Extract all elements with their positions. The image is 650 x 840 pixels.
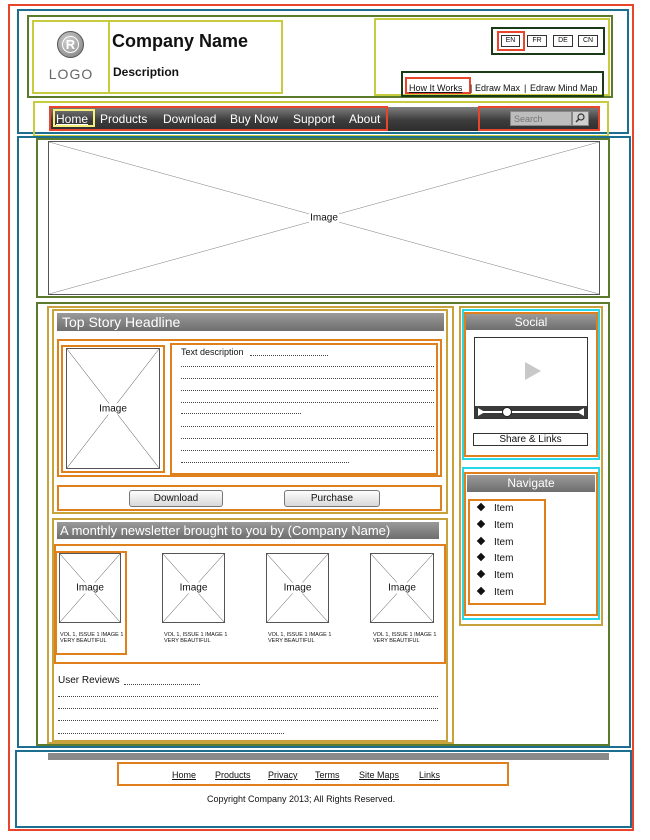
search-input[interactable] — [510, 111, 572, 126]
search-icon — [575, 113, 585, 123]
play-icon[interactable] — [523, 360, 543, 382]
text-line — [58, 720, 438, 721]
top-story-text-description: Text description — [181, 347, 244, 357]
progress-knob[interactable] — [502, 407, 512, 417]
nav-products[interactable]: Products — [100, 112, 147, 126]
footer-link-home[interactable]: Home — [172, 770, 196, 780]
footer-divider — [48, 753, 609, 760]
newsletter-card-image: Image — [59, 553, 121, 623]
navigate-item[interactable]: Item — [476, 586, 513, 599]
top-links-separator: | — [470, 83, 473, 93]
footer-link-site-maps[interactable]: Site Maps — [359, 770, 399, 780]
purchase-button[interactable]: Purchase — [284, 490, 380, 507]
user-reviews-label: User Reviews — [58, 675, 120, 686]
navigate-item[interactable]: Item — [476, 502, 513, 515]
text-line — [181, 390, 434, 391]
top-story-image: Image — [66, 348, 160, 469]
banner-image: Image — [48, 141, 600, 295]
navigate-item[interactable]: Item — [476, 552, 513, 565]
nav-download[interactable]: Download — [163, 112, 216, 126]
newsletter-card-caption: VOL 1, ISSUE 1 IMAGE 1 VERY BEAUTIFUL — [268, 632, 332, 644]
logo-text: LOGO — [48, 66, 94, 82]
newsletter-card-caption: VOL 1, ISSUE 1 IMAGE 1 VERY BEAUTIFUL — [164, 632, 228, 644]
download-button[interactable]: Download — [129, 490, 223, 507]
newsletter-card-image: Image — [370, 553, 434, 623]
navigate-item[interactable]: Item — [476, 536, 513, 549]
text-line — [181, 366, 434, 367]
navigate-item[interactable]: Item — [476, 569, 513, 582]
search-button[interactable] — [572, 111, 589, 126]
footer-link-terms[interactable]: Terms — [315, 770, 340, 780]
bullet-icon — [476, 536, 486, 546]
newsletter-card-image-label: Image — [75, 582, 105, 594]
newsletter-title: A monthly newsletter brought to you by (… — [57, 522, 439, 539]
nav-about[interactable]: About — [349, 112, 380, 126]
top-link-edraw-max[interactable]: Edraw Max — [475, 83, 520, 93]
text-line — [58, 696, 438, 697]
newsletter-card-image: Image — [162, 553, 225, 623]
footer-link-privacy[interactable]: Privacy — [268, 770, 298, 780]
newsletter-card-caption: VOL 1, ISSUE 1 IMAGE 1 VERY BEAUTIFUL — [60, 632, 124, 644]
navigate-title: Navigate — [467, 475, 595, 492]
newsletter-card-image: Image — [266, 553, 329, 623]
top-link-edraw-mind-map[interactable]: Edraw Mind Map — [530, 83, 598, 93]
bullet-icon — [476, 502, 486, 512]
language-en[interactable]: EN — [501, 35, 520, 47]
newsletter-card-caption: VOL 1, ISSUE 1 IMAGE 1 VERY BEAUTIFUL — [373, 632, 437, 644]
language-fr[interactable]: FR — [527, 35, 547, 47]
language-de[interactable]: DE — [553, 35, 573, 47]
text-line — [181, 462, 349, 463]
registered-mark-icon: R — [57, 31, 84, 58]
company-description: Description — [113, 65, 180, 79]
navigate-item[interactable]: Item — [476, 519, 513, 532]
footer-copyright: Copyright Company 2013; All Rights Reser… — [207, 794, 396, 804]
text-line — [181, 413, 301, 414]
company-name: Company Name — [112, 31, 249, 51]
text-line — [181, 438, 434, 439]
top-story-image-label: Image — [98, 403, 128, 414]
newsletter-card-image-label: Image — [178, 582, 209, 594]
text-line — [250, 355, 328, 356]
bullet-icon — [476, 552, 486, 562]
nav-support[interactable]: Support — [293, 112, 335, 126]
bullet-icon — [476, 519, 486, 529]
text-line — [124, 684, 200, 685]
top-story-text-block — [170, 343, 438, 475]
bullet-icon — [476, 586, 486, 596]
share-links-button[interactable]: Share & Links — [473, 433, 588, 446]
text-line — [181, 402, 434, 403]
language-cn[interactable]: CN — [578, 35, 598, 47]
text-line — [181, 450, 434, 451]
logo[interactable]: R LOGO — [32, 20, 110, 94]
video-progress-bar[interactable] — [475, 406, 587, 418]
footer-link-links[interactable]: Links — [419, 770, 440, 780]
text-line — [181, 378, 434, 379]
text-line — [58, 733, 284, 734]
newsletter-card-image-label: Image — [387, 582, 417, 594]
nav-buy-now[interactable]: Buy Now — [230, 112, 278, 126]
nav-home[interactable]: Home — [56, 112, 88, 126]
video-player[interactable] — [474, 337, 588, 419]
top-story-actions — [57, 485, 442, 511]
top-links-separator: | — [524, 83, 527, 93]
newsletter-card-image-label: Image — [282, 582, 313, 594]
bullet-icon — [476, 569, 486, 579]
text-line — [58, 708, 438, 709]
rewind-icon[interactable] — [476, 407, 486, 417]
logo-mark: R — [62, 36, 79, 53]
top-story-headline: Top Story Headline — [57, 313, 444, 331]
banner-image-label: Image — [309, 212, 339, 224]
end-icon[interactable] — [576, 407, 586, 417]
footer-link-products[interactable]: Products — [215, 770, 251, 780]
top-link-how-it-works[interactable]: How It Works — [409, 83, 462, 93]
text-line — [181, 426, 434, 427]
social-title: Social — [466, 314, 596, 330]
